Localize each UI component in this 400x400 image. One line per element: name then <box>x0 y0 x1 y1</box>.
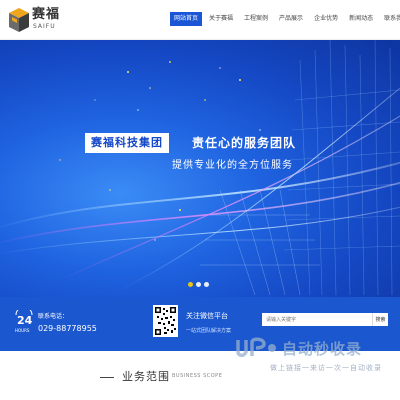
nav-item-6[interactable]: 新闻动态 <box>345 12 377 26</box>
site-logo[interactable]: 赛福 SAIFU <box>8 6 78 34</box>
nav-item-3[interactable]: 工程案例 <box>240 12 272 26</box>
slider-dot[interactable] <box>188 282 193 287</box>
section-heading: 业务范围 BUSINESS SCOPE <box>100 368 300 398</box>
phone-badge-number: 24 <box>17 314 33 327</box>
logo-text-en: SAIFU <box>33 23 56 30</box>
logo-cube-icon <box>9 8 29 32</box>
site-header: 赛福 SAIFU 网站首页关于赛福工程案例产品展示企业优势新闻动态联系我们 <box>0 0 400 40</box>
phone-number[interactable]: 029-88778955 <box>38 324 97 333</box>
wechat-qr-code <box>153 305 178 337</box>
watermark-text: 自动秒收录 <box>282 340 363 358</box>
phone-badge-text: HOURS <box>15 328 30 333</box>
phone-label: 联系电话： <box>38 313 69 320</box>
company-tag: 赛福科技集团 <box>85 133 169 153</box>
main-nav: 网站首页关于赛福工程案例产品展示企业优势新闻动态联系我们 <box>170 12 400 26</box>
wechat-subtitle: 一站式团队解决方案 <box>186 328 232 334</box>
nav-item-4[interactable]: 产品展示 <box>275 12 307 26</box>
hero-banner: 赛福科技集团 责任心的服务团队 提供专业化的全方位服务 <box>0 40 400 297</box>
section-heading-divider <box>100 377 114 378</box>
slider-dots <box>188 282 212 287</box>
search-button[interactable]: 搜索 <box>372 313 388 326</box>
nav-item-5[interactable]: 企业优势 <box>310 12 342 26</box>
slider-dot[interactable] <box>196 282 201 287</box>
search-input[interactable] <box>262 313 372 326</box>
banner-slogan: 责任心的服务团队 <box>192 136 297 150</box>
logo-text-cn: 赛福 <box>32 7 61 22</box>
wechat-title: 关注微信平台 <box>186 312 228 320</box>
slider-dot[interactable] <box>204 282 209 287</box>
nav-item-2[interactable]: 关于赛福 <box>205 12 237 26</box>
watermark-logo-icon <box>236 337 276 358</box>
24-hours-phone-icon: 24 HOURS <box>15 310 33 333</box>
nav-item-7[interactable]: 联系我们 <box>380 12 400 26</box>
nav-item-1[interactable]: 网站首页 <box>170 12 203 26</box>
banner-sub-slogan: 提供专业化的全方位服务 <box>172 160 293 171</box>
section-title: 业务范围 <box>122 370 170 383</box>
section-title-en: BUSINESS SCOPE <box>172 373 223 379</box>
